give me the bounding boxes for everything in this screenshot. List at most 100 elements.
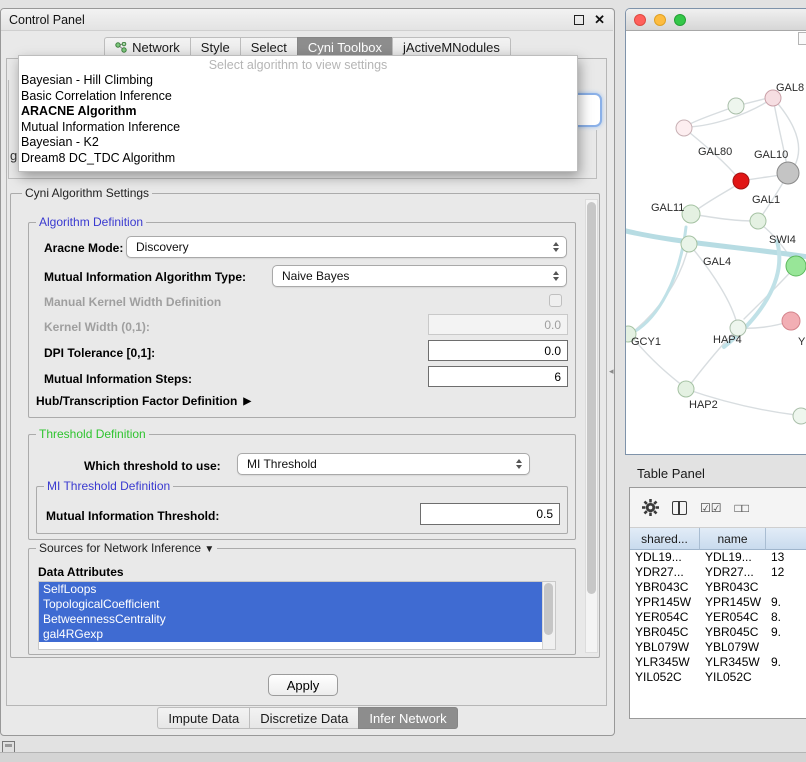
- table-cell: YDL19...: [700, 550, 766, 565]
- algorithm-option[interactable]: Basic Correlation Inference: [19, 89, 577, 105]
- table-header-row: shared...name: [630, 528, 806, 550]
- table-row[interactable]: YPR145WYPR145W9.: [630, 595, 806, 610]
- table-cell: YBR043C: [630, 580, 700, 595]
- network-node[interactable]: [786, 256, 806, 276]
- data-attributes-label: Data Attributes: [38, 565, 124, 579]
- table-row[interactable]: YBR043CYBR043C: [630, 580, 806, 595]
- settings-scrollbar[interactable]: [585, 199, 598, 653]
- table-panel: ☑☑ □□ shared...name YDL19...YDL19...13YD…: [629, 487, 806, 719]
- close-icon[interactable]: ✕: [594, 13, 605, 26]
- attribute-item[interactable]: SelfLoops: [39, 582, 542, 597]
- algorithm-option[interactable]: ARACNE Algorithm: [19, 104, 577, 120]
- splitter-handle[interactable]: ◂: [609, 366, 614, 377]
- which-threshold-value: MI Threshold: [247, 457, 317, 471]
- table-row[interactable]: YBR045CYBR045C9.: [630, 625, 806, 640]
- table-cell: 12: [766, 565, 806, 580]
- mi-threshold-input[interactable]: 0.5: [420, 503, 560, 525]
- network-tab-icon: [115, 42, 127, 53]
- hub-transcription-factor-toggle[interactable]: Hub/Transcription Factor Definition ▶: [36, 394, 251, 408]
- column-header[interactable]: shared...: [630, 528, 700, 550]
- mi-algorithm-type-label: Mutual Information Algorithm Type:: [44, 270, 246, 284]
- mi-threshold-label: Mutual Information Threshold:: [46, 509, 219, 523]
- network-node-label: SWI4: [769, 234, 796, 246]
- which-threshold-select[interactable]: MI Threshold: [237, 453, 530, 475]
- data-attributes-list[interactable]: SelfLoopsTopologicalCoefficientBetweenne…: [38, 581, 556, 650]
- zoom-traffic-light-icon[interactable]: [674, 14, 686, 26]
- table-cell: YLR345W: [700, 655, 766, 670]
- kernel-width-input: 0.0: [428, 314, 568, 335]
- dpi-tolerance-input[interactable]: 0.0: [428, 340, 568, 361]
- minimize-traffic-light-icon[interactable]: [654, 14, 666, 26]
- attribute-item[interactable]: BetweennessCentrality: [39, 612, 542, 627]
- apply-button[interactable]: Apply: [268, 674, 338, 696]
- sources-title-label: Sources for Network Inference: [39, 541, 201, 555]
- table-row[interactable]: YER054CYER054C8.: [630, 610, 806, 625]
- tab-label: jActiveMNodules: [403, 40, 500, 55]
- table-panel-title: Table Panel: [637, 466, 705, 481]
- network-scroll-corner: [798, 32, 806, 45]
- network-node[interactable]: [782, 312, 800, 330]
- combo-arrows-icon: [553, 242, 559, 252]
- mi-steps-input[interactable]: 6: [428, 366, 568, 387]
- hidden-label-fragment: g: [10, 148, 17, 163]
- deselect-all-checkbox-icon[interactable]: □□: [735, 501, 750, 515]
- network-node[interactable]: [777, 162, 799, 184]
- table-body: YDL19...YDL19...13YDR27...YDR27...12YBR0…: [630, 550, 806, 685]
- status-bar: [0, 752, 806, 762]
- table-row[interactable]: YDL19...YDL19...13: [630, 550, 806, 565]
- attribute-item[interactable]: TopologicalCoefficient: [39, 597, 542, 612]
- table-cell: [766, 640, 806, 655]
- network-node[interactable]: [678, 381, 694, 397]
- table-cell: YPR145W: [700, 595, 766, 610]
- table-cell: YBR045C: [630, 625, 700, 640]
- select-all-checkbox-icon[interactable]: ☑☑: [700, 501, 722, 515]
- tab-impute-data[interactable]: Impute Data: [157, 707, 249, 729]
- attribute-item[interactable]: gal4RGexp: [39, 627, 542, 642]
- algorithm-option[interactable]: Mutual Information Inference: [19, 120, 577, 136]
- close-traffic-light-icon[interactable]: [634, 14, 646, 26]
- tab-discretize-data[interactable]: Discretize Data: [249, 707, 358, 729]
- network-node-label: Y: [798, 336, 806, 348]
- algorithm-option[interactable]: Bayesian - Hill Climbing: [19, 73, 577, 89]
- kernel-width-value: 0.0: [544, 318, 561, 332]
- float-window-icon[interactable]: [574, 15, 584, 25]
- mi-algorithm-type-select[interactable]: Naive Bayes: [272, 265, 567, 287]
- attributes-scrollbar-thumb[interactable]: [544, 583, 553, 635]
- network-node[interactable]: [728, 98, 744, 114]
- chevron-down-icon: ▼: [204, 544, 214, 555]
- network-edge: [691, 214, 755, 221]
- network-window-titlebar[interactable]: [626, 9, 806, 31]
- table-row[interactable]: YIL052CYIL052C: [630, 670, 806, 685]
- algorithm-option[interactable]: Bayesian - K2: [19, 135, 577, 151]
- network-node[interactable]: [750, 213, 766, 229]
- table-row[interactable]: YBL079WYBL079W: [630, 640, 806, 655]
- table-cell: YER054C: [630, 610, 700, 625]
- column-header[interactable]: name: [700, 528, 766, 550]
- network-node[interactable]: [682, 205, 700, 223]
- settings-scrollbar-thumb[interactable]: [587, 202, 596, 594]
- network-canvas[interactable]: GAL8GAL80GAL10GAL11GAL1SWI4GAL4GCY1HAP4Y…: [626, 31, 806, 454]
- network-node[interactable]: [676, 120, 692, 136]
- bottom-tabs: Impute DataDiscretize DataInfer Network: [0, 707, 615, 729]
- aracne-mode-select[interactable]: Discovery: [126, 236, 567, 258]
- tab-label: Cyni Toolbox: [308, 40, 382, 55]
- column-header[interactable]: [766, 528, 806, 550]
- table-row[interactable]: YDR27...YDR27...12: [630, 565, 806, 580]
- mi-steps-label: Mutual Information Steps:: [44, 372, 192, 386]
- attributes-list-scrollbar[interactable]: [542, 582, 555, 649]
- tab-label: Select: [251, 40, 287, 55]
- table-row[interactable]: YLR345WYLR345W9.: [630, 655, 806, 670]
- table-cell: 13: [766, 550, 806, 565]
- tab-infer-network[interactable]: Infer Network: [358, 707, 457, 729]
- network-node[interactable]: [681, 236, 697, 252]
- network-node[interactable]: [733, 173, 749, 189]
- tab-label: Network: [132, 40, 180, 55]
- network-node[interactable]: [793, 408, 806, 424]
- aracne-mode-label: Aracne Mode:: [44, 241, 123, 255]
- algorithm-option[interactable]: Dream8 DC_TDC Algorithm: [19, 151, 577, 167]
- columns-icon[interactable]: [672, 501, 687, 515]
- gear-icon[interactable]: [642, 499, 659, 516]
- sources-title[interactable]: Sources for Network Inference ▼: [36, 541, 217, 555]
- manual-kernel-width-checkbox[interactable]: [549, 294, 562, 307]
- table-cell: YBR043C: [700, 580, 766, 595]
